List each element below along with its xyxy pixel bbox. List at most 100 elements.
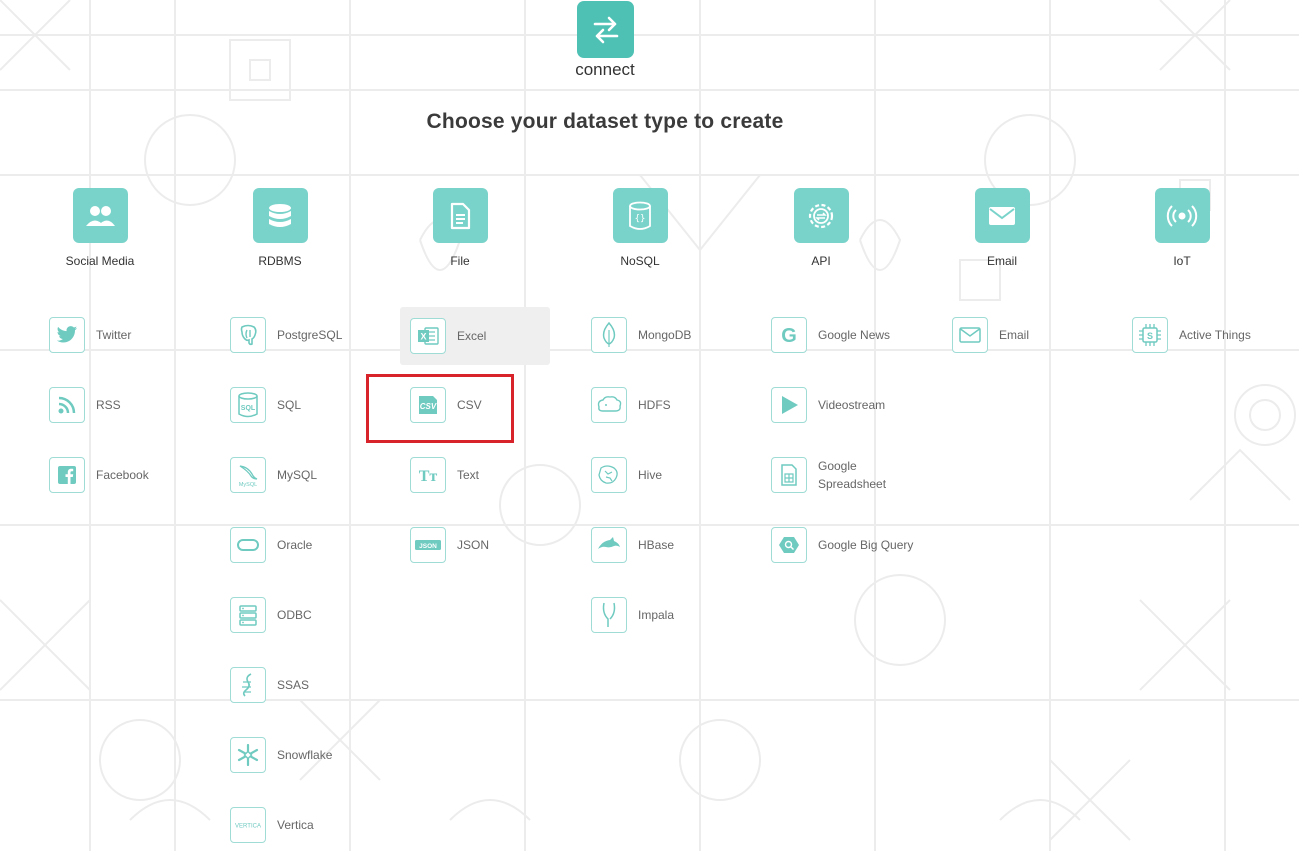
item-label: SSAS (277, 678, 310, 692)
csv-icon: CSV (410, 387, 446, 423)
ssas-icon (230, 667, 266, 703)
category-iot[interactable]: IoT (1122, 188, 1242, 268)
category-label: File (450, 254, 470, 268)
item-google-spreadsheet[interactable]: Google Spreadsheet (771, 447, 918, 503)
category-social-media[interactable]: Social Media (40, 188, 160, 268)
item-ssas[interactable]: SSAS (230, 657, 309, 713)
item-vertica[interactable]: VERTICA Vertica (230, 797, 314, 853)
item-rss[interactable]: RSS (49, 377, 121, 433)
item-label: HDFS (638, 398, 671, 412)
item-odbc[interactable]: ODBC (230, 587, 312, 643)
item-email[interactable]: Email (952, 307, 1029, 363)
item-hdfs[interactable]: HDFS (591, 377, 671, 433)
item-label: Snowflake (277, 748, 333, 762)
category-email[interactable]: Email (942, 188, 1062, 268)
item-sql[interactable]: SQL SQL (230, 377, 301, 433)
csv-icon-text: CSV (420, 402, 437, 411)
category-label: Email (986, 254, 1017, 268)
item-text[interactable]: Tт Text (410, 447, 479, 503)
nosql-icon: {} (612, 188, 668, 243)
snowflake-icon (230, 737, 266, 773)
category-nosql[interactable]: {} NoSQL (580, 188, 700, 268)
broadcast-icon (1154, 188, 1210, 243)
text-icon-text: Tт (419, 468, 438, 485)
category-label: RDBMS (258, 254, 302, 268)
chip-icon-text: S (1147, 331, 1153, 341)
api-gear-icon (793, 188, 849, 243)
item-json[interactable]: JSON JSON (410, 517, 489, 573)
item-label: Oracle (277, 538, 313, 552)
item-label: SQL (277, 398, 302, 412)
category-label: IoT (1173, 254, 1191, 268)
item-impala[interactable]: Impala (591, 587, 674, 643)
item-snowflake[interactable]: Snowflake (230, 727, 332, 783)
item-hbase[interactable]: HBase (591, 517, 674, 573)
item-label: Google News (818, 328, 891, 342)
item-label: Excel (457, 329, 487, 343)
category-label: API (811, 254, 831, 268)
item-label: JSON (457, 538, 490, 552)
item-label: ODBC (277, 608, 312, 622)
svg-text:{}: {} (635, 214, 646, 224)
item-label: Email (999, 328, 1030, 342)
item-postgresql[interactable]: PostgreSQL (230, 307, 342, 363)
item-active-things[interactable]: S Active Things (1132, 307, 1251, 363)
item-label: Vertica (277, 818, 314, 832)
category-file[interactable]: File (400, 188, 520, 268)
chip-icon: S (1132, 317, 1168, 353)
item-label: Impala (638, 608, 675, 622)
hive-icon (591, 457, 627, 493)
excel-icon: X (410, 318, 446, 354)
spreadsheet-icon (771, 457, 807, 493)
users-icon (72, 188, 128, 243)
item-label: HBase (638, 538, 675, 552)
item-label: Facebook (96, 468, 149, 482)
hdfs-icon (591, 387, 627, 423)
item-label: Text (457, 468, 480, 482)
connect-logo (577, 1, 634, 58)
database-icon (252, 188, 308, 243)
item-mysql[interactable]: MySQL MySQL (230, 447, 317, 503)
bigquery-icon (771, 527, 807, 563)
item-google-big-query[interactable]: Google Big Query (771, 517, 913, 573)
hbase-icon (591, 527, 627, 563)
item-hive[interactable]: Hive (591, 447, 662, 503)
mongodb-icon (591, 317, 627, 353)
category-rdbms[interactable]: RDBMS (220, 188, 340, 268)
impala-icon (591, 597, 627, 633)
item-facebook[interactable]: Facebook (49, 447, 149, 503)
category-label: Social Media (65, 254, 135, 268)
vertica-icon-text: VERTICA (235, 824, 261, 830)
swap-arrows-icon (593, 16, 618, 43)
item-oracle[interactable]: Oracle (230, 517, 312, 573)
item-label: RSS (96, 398, 121, 412)
item-label: MySQL (277, 468, 318, 482)
category-api[interactable]: API (761, 188, 881, 268)
sql-icon-text: SQL (241, 405, 256, 412)
item-label: Twitter (96, 328, 132, 342)
envelope-outline-icon (952, 317, 988, 353)
item-mongodb[interactable]: MongoDB (591, 307, 691, 363)
mysql-icon-text: MySQL (239, 482, 257, 488)
mysql-icon: MySQL (230, 457, 266, 493)
envelope-icon (974, 188, 1030, 243)
item-excel[interactable]: X Excel (400, 307, 550, 365)
item-label: Videostream (818, 398, 886, 412)
oracle-icon (230, 527, 266, 563)
item-twitter[interactable]: Twitter (49, 307, 131, 363)
file-icon (432, 188, 488, 243)
page-title: Choose your dataset type to create (426, 110, 784, 133)
odbc-icon (230, 597, 266, 633)
postgresql-icon (230, 317, 266, 353)
json-icon-text: JSON (419, 543, 437, 550)
twitter-icon (49, 317, 85, 353)
category-label: NoSQL (620, 254, 660, 268)
item-csv[interactable]: CSV CSV (410, 377, 482, 433)
app-title: connect (575, 60, 635, 79)
rss-icon (49, 387, 85, 423)
google-icon-text: G (781, 325, 797, 346)
item-label: Active Things (1179, 328, 1251, 342)
item-label: CSV (457, 398, 482, 412)
item-google-news[interactable]: G Google News (771, 307, 890, 363)
item-videostream[interactable]: Videostream (771, 377, 885, 433)
